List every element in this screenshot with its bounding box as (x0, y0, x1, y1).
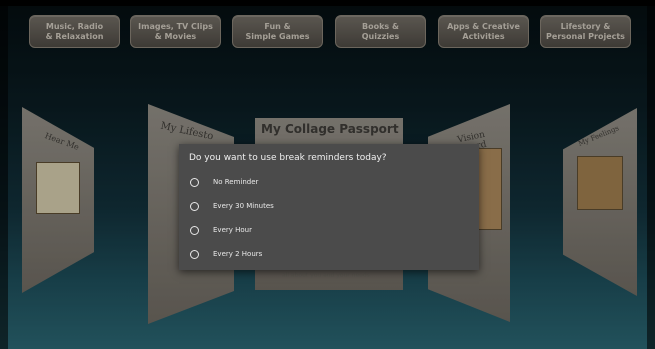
break-reminder-dialog: Do you want to use break reminders today… (179, 144, 479, 270)
dialog-title: Do you want to use break reminders today… (189, 153, 387, 163)
option-every-2-hours[interactable]: Every 2 Hours (190, 247, 262, 261)
left-frame-edge (0, 0, 8, 349)
option-every-30-minutes[interactable]: Every 30 Minutes (190, 199, 274, 213)
option-label: No Reminder (213, 178, 259, 186)
option-label: Every 2 Hours (213, 250, 263, 258)
option-no-reminder[interactable]: No Reminder (190, 175, 258, 189)
radio-icon[interactable] (190, 225, 199, 235)
option-label: Every 30 Minutes (213, 202, 274, 210)
right-frame-edge (647, 0, 655, 349)
collage-stage: Music, Radio & Relaxation Images, TV Cli… (0, 0, 655, 349)
option-every-hour[interactable]: Every Hour (190, 223, 252, 237)
radio-icon[interactable] (190, 201, 199, 211)
option-label: Every Hour (213, 226, 252, 234)
radio-icon[interactable] (190, 249, 199, 259)
radio-icon[interactable] (190, 177, 199, 187)
